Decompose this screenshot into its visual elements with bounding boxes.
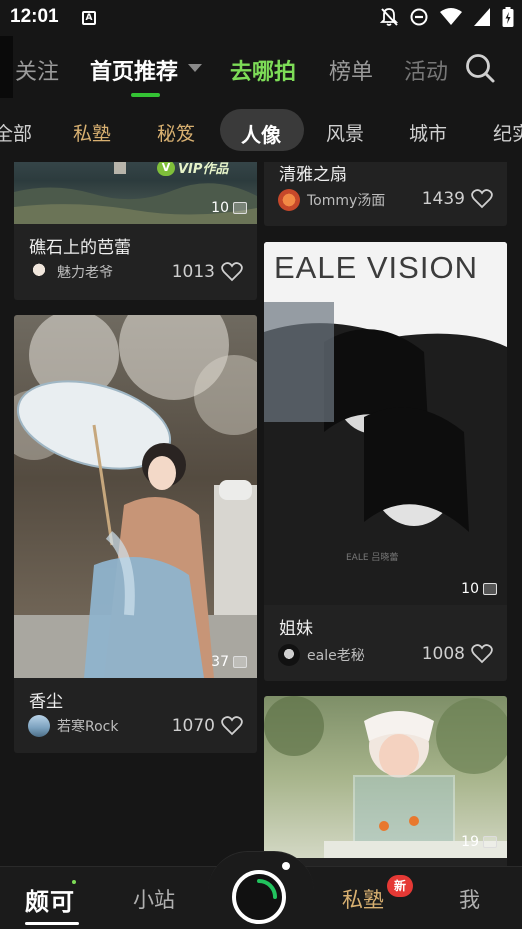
tab-home-recommend[interactable]: 首页推荐 [90, 54, 178, 86]
gallery-icon [233, 202, 247, 214]
center-dot [282, 862, 290, 870]
status-icons [380, 7, 514, 27]
card-image[interactable]: EALE VISION EALE 吕晓蕾 10 [264, 242, 507, 605]
vip-icon: V [157, 162, 175, 176]
category-all[interactable]: 全部 [0, 119, 32, 146]
category-documentary[interactable]: 纪实 [493, 119, 522, 146]
brand-small: EALE 吕晓蕾 [346, 553, 399, 563]
top-tabs: 关注 首页推荐 去哪拍 榜单 活动 [0, 44, 522, 102]
like-button[interactable]: 1008 [422, 644, 493, 664]
gallery-icon [483, 836, 497, 848]
category-portrait[interactable]: 人像 [241, 119, 281, 148]
gallery-icon [233, 656, 247, 668]
new-badge: 新 [387, 875, 413, 897]
hanfu-photo [14, 315, 257, 678]
heart-icon[interactable] [471, 644, 493, 664]
signal-icon [474, 8, 490, 26]
heart-icon[interactable] [471, 189, 493, 209]
nav-private-school[interactable]: 私塾 [342, 884, 384, 914]
category-landscape[interactable]: 风景 [326, 119, 364, 146]
notifications-off-icon [380, 8, 398, 26]
feed-card[interactable]: 清雅之扇 Tommy汤面 1439 [264, 162, 507, 226]
like-button[interactable]: 1439 [422, 189, 493, 209]
battery-icon [502, 7, 514, 27]
card-image[interactable]: V VIP作品 10 [14, 162, 257, 224]
feed-card[interactable]: 37 香尘 若寒Rock 1070 [14, 315, 257, 753]
card-author[interactable]: eale老秘 [278, 644, 365, 666]
card-author[interactable]: 若寒Rock [28, 715, 118, 737]
heart-icon[interactable] [221, 716, 243, 736]
notification-icon: A [82, 11, 96, 25]
image-count: 19 [461, 834, 497, 850]
category-secrets[interactable]: 秘笈 [157, 119, 195, 146]
avatar[interactable] [278, 189, 300, 211]
image-count: 10 [461, 581, 497, 597]
photo-feed[interactable]: V VIP作品 10 礁石上的芭蕾 魅力老爷 1013 37 香尘 若寒Rock… [0, 162, 522, 866]
vip-watermark: V VIP作品 [157, 162, 228, 177]
feed-card[interactable]: 19 [264, 696, 507, 866]
card-image[interactable]: 37 [14, 315, 257, 678]
category-chips: 全部 私塾 秘笈 人像 风景 城市 纪实 [0, 108, 522, 154]
image-count: 10 [211, 200, 247, 216]
search-icon[interactable] [464, 52, 496, 84]
card-author[interactable]: Tommy汤面 [278, 189, 385, 211]
status-bar: 12:01 A [0, 0, 522, 36]
heart-icon[interactable] [221, 262, 243, 282]
chevron-down-icon[interactable] [188, 64, 202, 72]
nav-home-logo[interactable]: 颇可 [25, 882, 75, 917]
like-button[interactable]: 1013 [172, 262, 243, 282]
avatar[interactable] [28, 261, 50, 283]
card-author[interactable]: 魅力老爷 [28, 261, 113, 283]
like-button[interactable]: 1070 [172, 716, 243, 736]
gallery-icon [483, 583, 497, 595]
avatar[interactable] [278, 644, 300, 666]
tab-rankings[interactable]: 榜单 [329, 54, 373, 86]
nav-small-station[interactable]: 小站 [133, 884, 175, 914]
tab-where-to-shoot[interactable]: 去哪拍 [230, 54, 296, 86]
avatar[interactable] [28, 715, 50, 737]
bottom-nav: 颇可 小站 私塾 新 我 [0, 851, 522, 929]
dnd-icon [410, 8, 428, 26]
status-time: 12:01 [10, 6, 59, 27]
card-title[interactable]: 清雅之扇 [279, 162, 347, 185]
nav-me[interactable]: 我 [459, 884, 480, 914]
wifi-icon [440, 8, 462, 25]
category-private-school[interactable]: 私塾 [73, 119, 111, 146]
card-title[interactable]: 香尘 [29, 687, 63, 712]
active-tab-indicator [131, 93, 160, 97]
card-title[interactable]: 礁石上的芭蕾 [29, 233, 131, 258]
brand-watermark: EALE VISION [274, 250, 478, 285]
feed-card[interactable]: V VIP作品 10 礁石上的芭蕾 魅力老爷 1013 [14, 162, 257, 300]
logo-dot [72, 880, 76, 884]
tab-events[interactable]: 活动 [404, 54, 448, 86]
camera-button[interactable] [231, 869, 287, 925]
feed-card[interactable]: EALE VISION EALE 吕晓蕾 10 姐妹 eale老秘 1008 [264, 242, 507, 681]
category-city[interactable]: 城市 [409, 119, 447, 146]
card-title[interactable]: 姐妹 [279, 614, 313, 639]
active-nav-indicator [25, 922, 79, 925]
image-count: 37 [211, 654, 247, 670]
card-image[interactable]: 19 [264, 696, 507, 858]
tab-follow[interactable]: 关注 [15, 54, 59, 86]
